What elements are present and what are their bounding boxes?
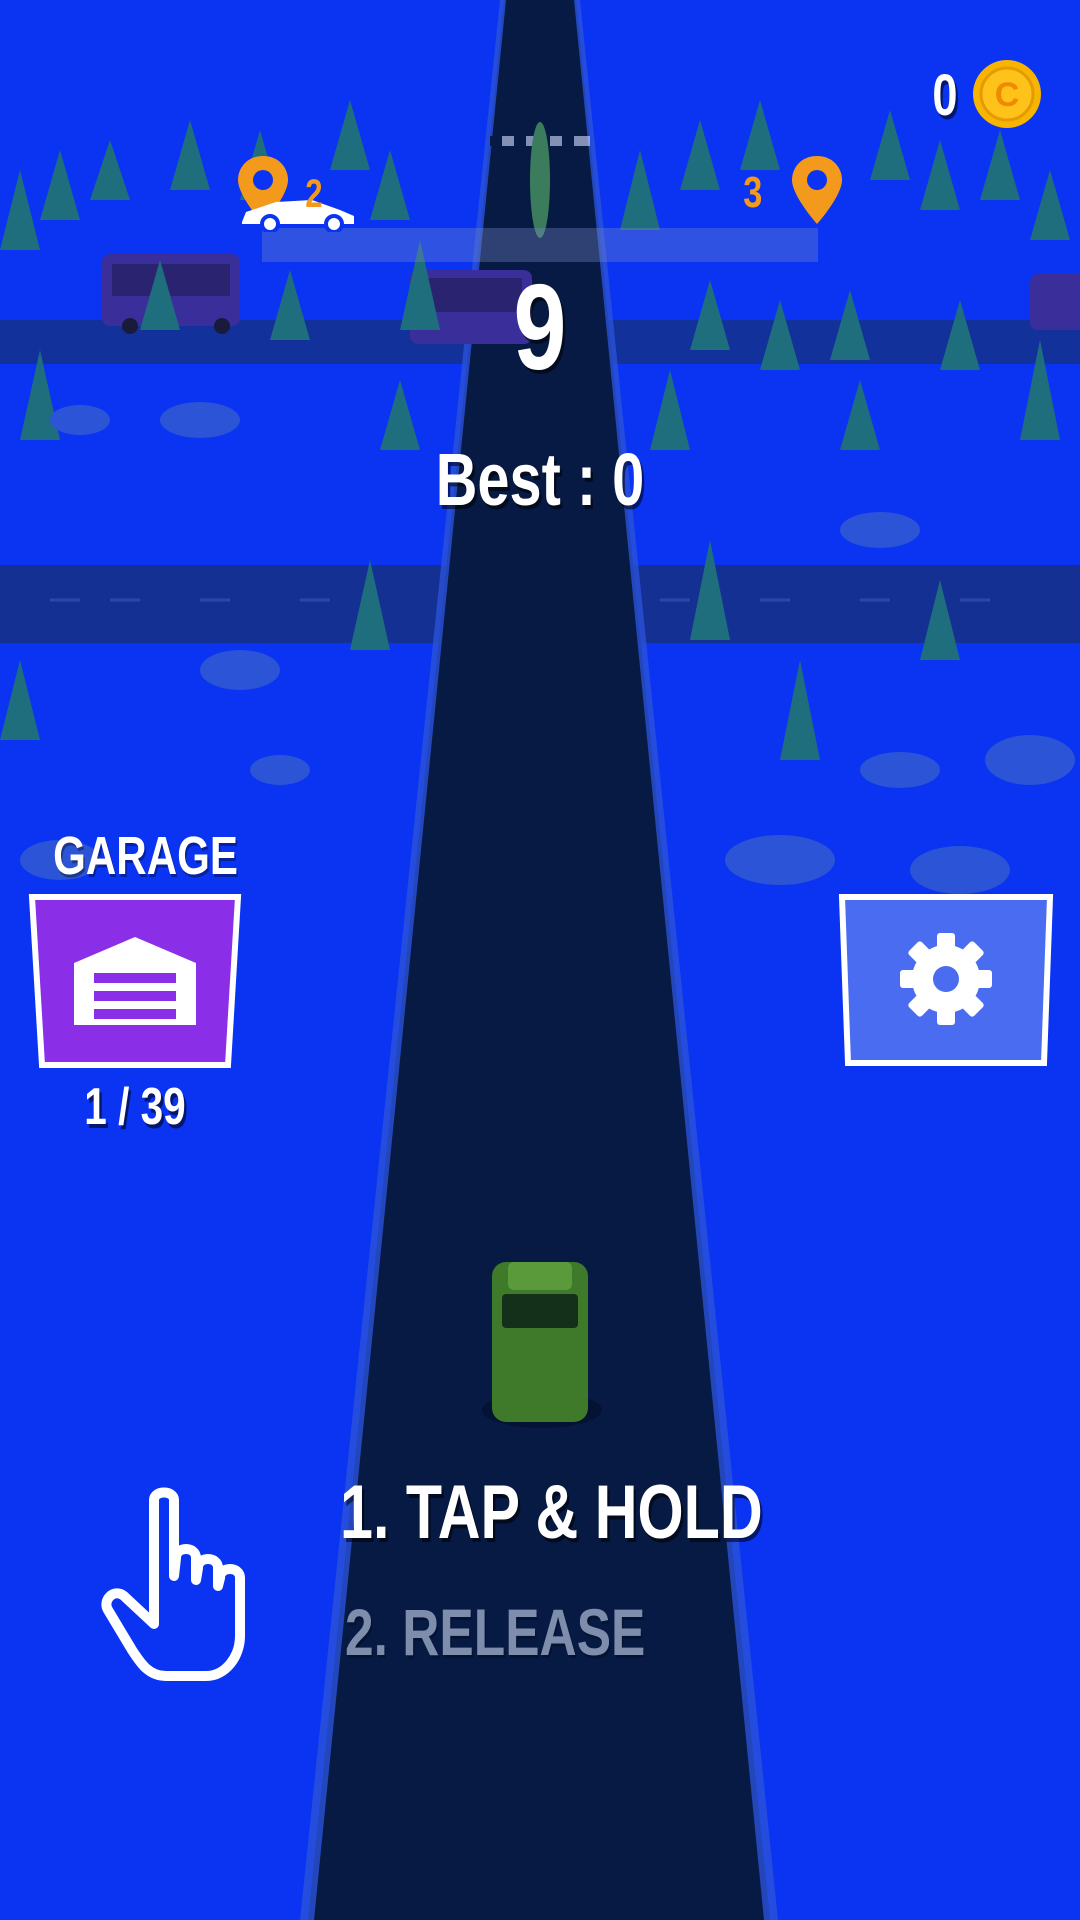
coin-symbol: C — [995, 76, 1020, 114]
garage-label: GARAGE — [53, 826, 238, 886]
level-progress-bar — [262, 228, 818, 262]
coin-icon: C — [973, 60, 1041, 128]
next-level-number: 3 — [743, 168, 763, 217]
car-icon — [242, 200, 354, 232]
tutorial-step-tap-hold: 1. TAP & HOLD — [340, 1470, 763, 1555]
best-score: Best : 0 — [435, 438, 645, 521]
score: 9 — [513, 259, 567, 395]
garage-button[interactable] — [28, 893, 242, 1069]
gear-icon — [900, 933, 992, 1025]
map-pin-icon — [792, 156, 842, 224]
coin-count: 0 — [932, 63, 958, 128]
garage-car-count: 1 / 39 — [84, 1078, 186, 1136]
settings-button[interactable] — [838, 893, 1054, 1067]
tutorial-step-release: 2. RELEASE — [345, 1595, 646, 1669]
current-level-number: 2 — [305, 172, 323, 216]
bus-right — [1030, 274, 1080, 330]
player-car — [482, 1262, 602, 1428]
road-hedge — [530, 122, 550, 238]
tap-hand-icon — [101, 1487, 245, 1681]
